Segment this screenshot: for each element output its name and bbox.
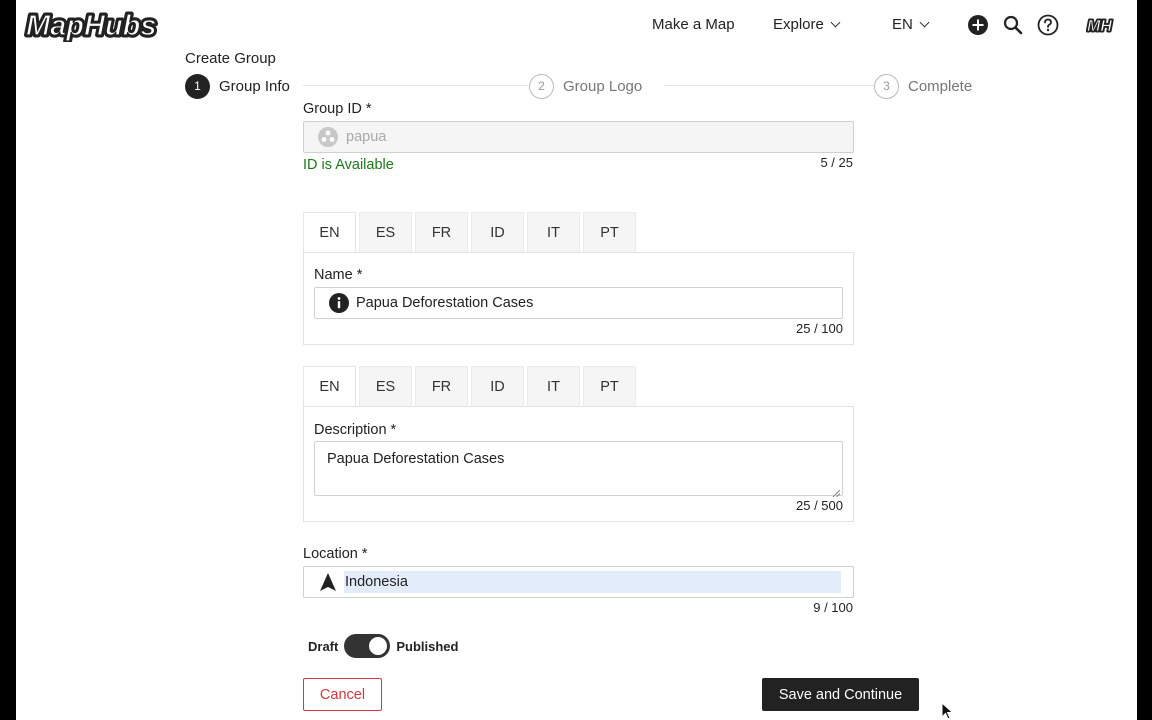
nav-explore-label: Explore [773,16,824,33]
user-avatar-badge[interactable]: MH MH [1086,14,1120,37]
group-id-value: papua [346,129,387,145]
stepper-connector [303,85,528,86]
name-label: Name * [314,267,363,283]
location-label: Location * [303,546,368,562]
chevron-down-icon [919,17,930,28]
step-label: Group Logo [563,77,643,95]
tab-name-es[interactable]: ES [359,212,412,253]
name-input[interactable]: Papua Deforestation Cases [314,287,843,319]
publish-toggle[interactable] [344,634,391,658]
group-id-input[interactable]: papua [303,121,854,153]
top-header: MapHubs MapHubs Make a Map Explore EN MH… [16,0,1137,50]
name-language-tabs: EN ES FR ID IT PT [303,212,639,253]
mouse-cursor-icon [941,701,955,720]
description-counter: 25 / 500 [796,498,843,513]
logo-graphic: MapHubs MapHubs [24,8,160,45]
user-badge-text: MH [1087,18,1112,35]
tab-description-it[interactable]: IT [527,366,580,407]
location-value: Indonesia [344,571,841,593]
logo-text: MapHubs [26,10,157,42]
stepper-connector [665,85,875,86]
navigation-arrow-icon [320,573,336,591]
group-id-label: Group ID * [303,101,372,117]
tab-description-es[interactable]: ES [359,366,412,407]
nav-make-a-map[interactable]: Make a Map [652,16,735,33]
tab-name-it[interactable]: IT [527,212,580,253]
location-input[interactable]: Indonesia [303,566,854,598]
publish-toggle-group: Draft Published [308,634,458,658]
tab-name-fr[interactable]: FR [415,212,468,253]
draft-label: Draft [308,638,339,654]
info-icon [329,293,349,313]
group-id-counter: 5 / 25 [820,155,853,170]
step-number: 1 [185,73,210,99]
language-dropdown[interactable]: EN [892,16,930,33]
step-complete: 3 Complete [874,73,972,99]
description-label: Description * [314,422,397,438]
description-language-tabs: EN ES FR ID IT PT [303,366,639,407]
chevron-down-icon [830,17,841,28]
group-icon [318,127,338,147]
help-circle-icon[interactable] [1037,14,1059,36]
name-counter: 25 / 100 [796,321,843,336]
tab-description-en[interactable]: EN [303,366,356,407]
description-panel: Description * Papua Deforestation Cases … [303,406,854,522]
name-panel: Name * Papua Deforestation Cases 25 / 10… [303,252,854,345]
step-group-info: 1 Group Info [185,73,290,99]
app-frame: MapHubs MapHubs Make a Map Explore EN MH… [16,0,1137,720]
step-number: 3 [874,73,899,99]
tab-description-pt[interactable]: PT [583,366,636,407]
name-value: Papua Deforestation Cases [356,295,534,311]
step-number: 2 [529,73,554,99]
resize-handle-icon[interactable] [832,485,841,498]
published-label: Published [396,638,459,654]
progress-stepper: 1 Group Info 2 Group Logo 3 Complete [185,73,975,99]
tab-name-id[interactable]: ID [471,212,524,253]
step-group-logo: 2 Group Logo [529,73,642,99]
nav-make-a-map-label: Make a Map [652,16,735,33]
id-availability-status: ID is Available [303,157,394,173]
maphubs-logo[interactable]: MapHubs MapHubs [24,8,172,45]
page-title: Create Group [185,50,276,67]
language-label: EN [892,16,913,33]
nav-explore-dropdown[interactable]: Explore [773,16,841,33]
save-and-continue-button[interactable]: Save and Continue [762,678,919,711]
plus-circle-icon[interactable] [967,14,989,36]
cancel-button[interactable]: Cancel [303,678,382,711]
tab-description-fr[interactable]: FR [415,366,468,407]
tab-description-id[interactable]: ID [471,366,524,407]
search-icon[interactable] [1002,14,1024,36]
description-textarea[interactable]: Papua Deforestation Cases [314,441,843,498]
toggle-knob [369,637,388,655]
description-value: Papua Deforestation Cases [327,451,505,467]
tab-name-en[interactable]: EN [303,212,356,253]
step-label: Complete [908,77,973,95]
location-counter: 9 / 100 [813,600,853,615]
tab-name-pt[interactable]: PT [583,212,636,253]
step-label: Group Info [219,77,290,95]
